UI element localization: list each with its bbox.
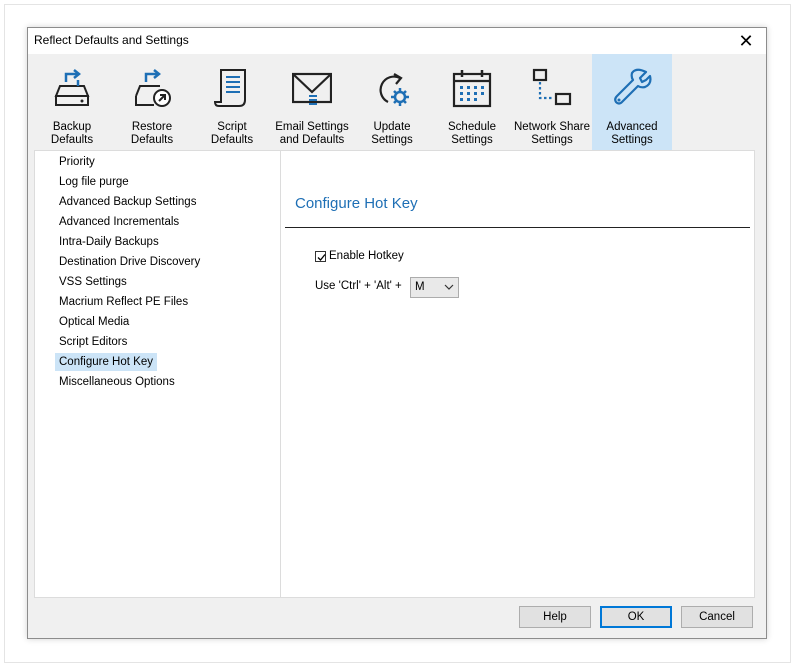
- title-bar: Reflect Defaults and Settings ✕: [28, 28, 766, 54]
- toolbar-email-settings[interactable]: Email Settings and Defaults: [272, 54, 352, 150]
- network-icon: [532, 68, 572, 106]
- toolbar-script-defaults[interactable]: Script Defaults: [192, 54, 272, 150]
- nav-item-advanced-backup-settings[interactable]: Advanced Backup Settings: [55, 193, 200, 211]
- close-button[interactable]: ✕: [726, 28, 766, 54]
- calendar-icon: [452, 70, 492, 108]
- email-icon: [292, 72, 332, 105]
- toolbar-label: Email Settings and Defaults: [275, 121, 349, 146]
- close-icon: ✕: [738, 30, 754, 51]
- nav-item-configure-hot-key[interactable]: Configure Hot Key: [55, 353, 157, 371]
- toolbar-advanced-settings[interactable]: Advanced Settings: [592, 54, 672, 150]
- hotkey-key-value: M: [415, 281, 425, 293]
- section-title: Configure Hot Key: [295, 195, 418, 212]
- toolbar-schedule-settings[interactable]: Schedule Settings: [432, 54, 512, 150]
- nav-item-intra-daily-backups[interactable]: Intra-Daily Backups: [55, 233, 163, 251]
- enable-hotkey-checkbox[interactable]: [315, 250, 326, 262]
- nav-item-vss-settings[interactable]: VSS Settings: [55, 273, 131, 291]
- toolbar-update-settings[interactable]: Update Settings: [352, 54, 432, 150]
- toolbar-label: Network Share Settings: [513, 121, 591, 146]
- update-icon: [379, 73, 409, 106]
- section-divider: [285, 227, 750, 228]
- toolbar-backup-defaults[interactable]: Backup Defaults: [32, 54, 112, 150]
- nav-item-log-file-purge[interactable]: Log file purge: [55, 173, 133, 191]
- toolbar-label: Update Settings: [371, 121, 413, 146]
- nav-item-optical-media[interactable]: Optical Media: [55, 313, 133, 331]
- enable-hotkey-label: Enable Hotkey: [329, 250, 404, 262]
- settings-nav-list: Priority Log file purge Advanced Backup …: [35, 151, 281, 597]
- toolbar-network-share-settings[interactable]: Network Share Settings: [512, 54, 592, 150]
- settings-content: Priority Log file purge Advanced Backup …: [34, 150, 755, 598]
- settings-dialog: Reflect Defaults and Settings ✕ Backup D…: [27, 27, 767, 639]
- toolbar-label: Restore Defaults: [130, 121, 174, 146]
- ok-button[interactable]: OK: [600, 606, 672, 628]
- hotkey-prefix-label: Use 'Ctrl' + 'Alt' +: [315, 280, 402, 292]
- toolbar-label: Backup Defaults: [50, 121, 94, 146]
- toolbar-restore-defaults[interactable]: Restore Defaults: [112, 54, 192, 150]
- nav-item-script-editors[interactable]: Script Editors: [55, 333, 131, 351]
- window-title: Reflect Defaults and Settings: [34, 33, 189, 47]
- checkmark-icon: [317, 253, 326, 261]
- nav-item-advanced-incrementals[interactable]: Advanced Incrementals: [55, 213, 183, 231]
- hotkey-key-select[interactable]: M: [410, 277, 459, 298]
- backup-icon: [54, 69, 90, 106]
- chevron-down-icon: [444, 284, 454, 290]
- toolbar-label: Script Defaults: [210, 121, 254, 146]
- script-icon: [213, 69, 246, 107]
- toolbar-label: Schedule Settings: [448, 121, 496, 146]
- nav-item-pe-files[interactable]: Macrium Reflect PE Files: [55, 293, 192, 311]
- enable-hotkey-row[interactable]: Enable Hotkey: [315, 248, 404, 264]
- toolbar-label: Advanced Settings: [606, 121, 658, 146]
- nav-item-priority[interactable]: Priority: [55, 153, 99, 171]
- wrench-icon: [614, 68, 652, 105]
- settings-toolbar: Backup Defaults Restore Defaults Script …: [28, 54, 766, 151]
- nav-item-destination-drive-discovery[interactable]: Destination Drive Discovery: [55, 253, 204, 271]
- help-button[interactable]: Help: [519, 606, 591, 628]
- cancel-button[interactable]: Cancel: [681, 606, 753, 628]
- restore-icon: [135, 69, 171, 107]
- nav-item-miscellaneous-options[interactable]: Miscellaneous Options: [55, 373, 179, 391]
